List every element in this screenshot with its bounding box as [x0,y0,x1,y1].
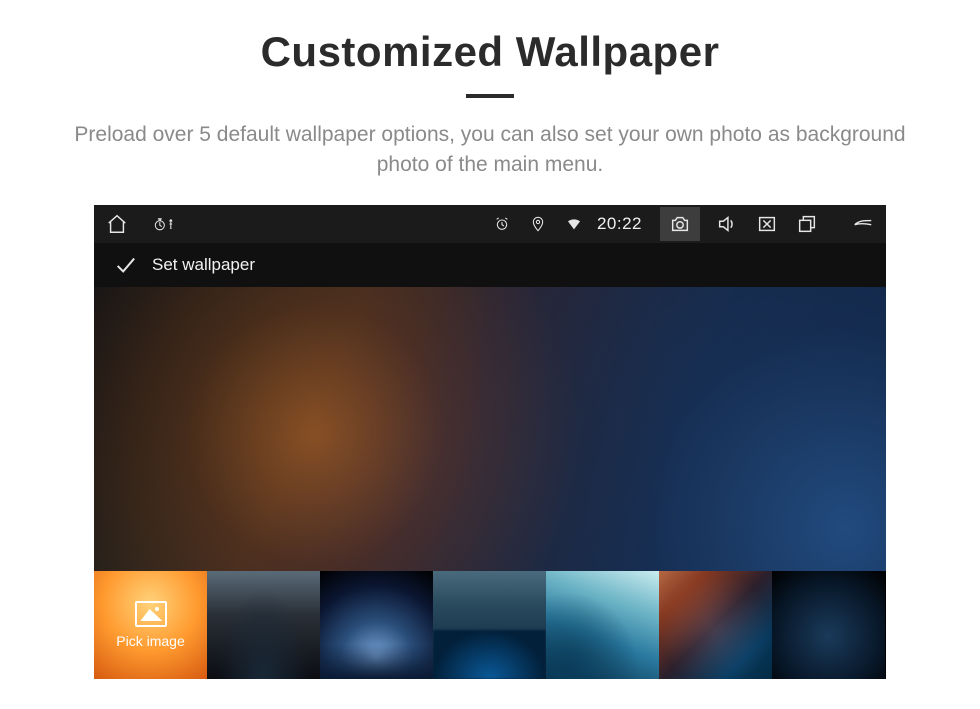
recent-apps-icon[interactable] [794,211,820,237]
pick-image-button[interactable]: Pick image [94,571,207,679]
volume-icon[interactable] [714,211,740,237]
secondary-bar: Set wallpaper [94,243,886,287]
camera-button[interactable] [660,207,700,241]
wallpaper-thumbnail-strip: Pick image [94,571,886,679]
home-icon[interactable] [104,211,130,237]
timer-usb-icon [152,211,178,237]
wallpaper-thumb[interactable] [659,571,772,679]
back-icon[interactable] [850,211,876,237]
set-wallpaper-label: Set wallpaper [152,255,255,275]
image-icon [135,601,167,627]
alarm-icon [489,211,515,237]
location-icon [525,211,551,237]
wallpaper-thumb[interactable] [433,571,546,679]
status-bar: 20:22 [94,205,886,243]
camera-icon [667,211,693,237]
checkmark-icon[interactable] [112,252,138,278]
wallpaper-thumb[interactable] [772,571,885,679]
wifi-icon [561,211,587,237]
clock-time: 20:22 [597,214,642,234]
pick-image-label: Pick image [116,633,184,649]
title-divider [466,94,514,98]
device-screen: 20:22 Set wallpaper [94,205,886,679]
wallpaper-preview[interactable] [94,287,886,571]
wallpaper-thumb[interactable] [320,571,433,679]
page-title: Customized Wallpaper [20,28,960,76]
wallpaper-thumb[interactable] [546,571,659,679]
close-box-icon[interactable] [754,211,780,237]
wallpaper-thumb[interactable] [207,571,320,679]
page-subtitle: Preload over 5 default wallpaper options… [20,120,960,181]
